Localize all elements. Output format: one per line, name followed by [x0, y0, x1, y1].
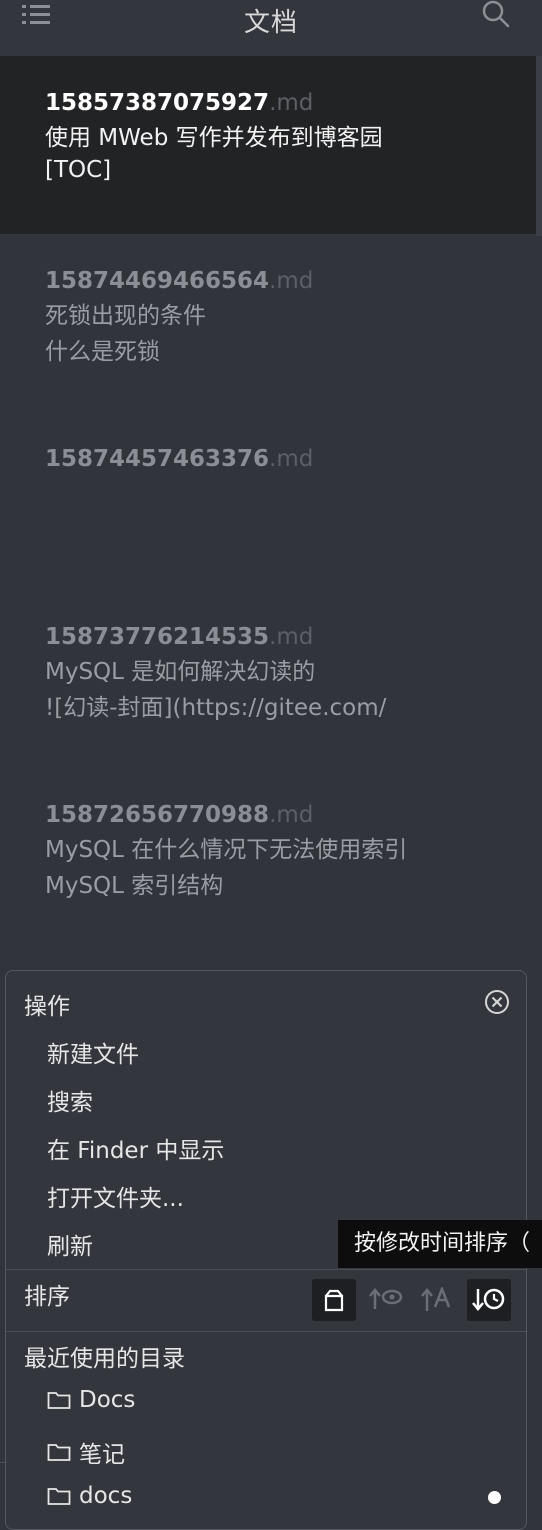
new-file-menu-item[interactable]: 新建文件 — [47, 1035, 139, 1069]
close-icon[interactable] — [484, 989, 510, 1015]
sort-by-modified-time-icon — [472, 1288, 505, 1311]
document-preview-line: 死锁出现的条件 — [45, 303, 206, 329]
scrollbar[interactable] — [536, 56, 542, 236]
document-preview-line: ![幻读-封面](https://gitee.com/ — [45, 695, 387, 721]
search-menu-item[interactable]: 搜索 — [47, 1083, 93, 1117]
document-item[interactable]: 15857387075927.md 使用 MWeb 写作并发布到博客园 [TOC… — [0, 56, 536, 234]
folder-icon — [47, 1392, 71, 1409]
document-preview-line: 使用 MWeb 写作并发布到博客园 — [45, 125, 383, 151]
divider — [6, 1269, 526, 1270]
document-item[interactable]: 15874457463376.md — [0, 444, 536, 584]
recent-folder-item[interactable]: 笔记 — [47, 1435, 125, 1469]
sort-by-none-icon — [324, 1289, 344, 1312]
recent-folders-title: 最近使用的目录 — [24, 1346, 185, 1372]
document-preview-line: [TOC] — [45, 157, 112, 183]
recent-folder-item[interactable]: Docs — [47, 1387, 135, 1413]
document-preview-line: MySQL 是如何解决幻读的 — [45, 659, 316, 685]
document-item[interactable]: 15873776214535.md MySQL 是如何解决幻读的 ![幻读-封面… — [0, 622, 536, 762]
actions-section-title: 操作 — [24, 994, 70, 1020]
sort-by-view-icon — [369, 1288, 403, 1309]
sort-by-none-button[interactable] — [312, 1279, 356, 1321]
sort-by-name-icon — [421, 1287, 451, 1311]
open-folder-menu-item[interactable]: 打开文件夹... — [47, 1179, 184, 1213]
document-preview-line: MySQL 索引结构 — [45, 873, 224, 899]
document-item[interactable]: 15874469466564.md 死锁出现的条件 什么是死锁 — [0, 266, 536, 406]
recent-folder-item[interactable]: docs — [47, 1483, 132, 1509]
app-header: 文档 — [0, 0, 542, 57]
sort-by-view-button[interactable] — [364, 1279, 408, 1321]
search-icon[interactable] — [482, 0, 510, 28]
document-preview-line: 什么是死锁 — [45, 339, 160, 365]
sort-section-title: 排序 — [24, 1284, 70, 1310]
document-filename: 15857387075927.md — [45, 90, 314, 116]
current-folder-indicator — [488, 1491, 501, 1504]
document-item[interactable]: 15872656770988.md MySQL 在什么情况下无法使用索引 MyS… — [0, 800, 536, 940]
folder-icon — [47, 1444, 71, 1461]
sort-by-modified-time-button[interactable] — [467, 1279, 511, 1321]
page-title: 文档 — [243, 8, 298, 38]
sort-by-name-button[interactable] — [416, 1279, 460, 1321]
refresh-menu-item[interactable]: 刷新 — [47, 1227, 93, 1261]
divider — [6, 1331, 526, 1332]
show-in-finder-menu-item[interactable]: 在 Finder 中显示 — [47, 1131, 224, 1165]
folder-icon — [47, 1488, 71, 1505]
document-preview-line: MySQL 在什么情况下无法使用索引 — [45, 837, 408, 863]
tooltip: 按修改时间排序（ — [338, 1220, 542, 1268]
